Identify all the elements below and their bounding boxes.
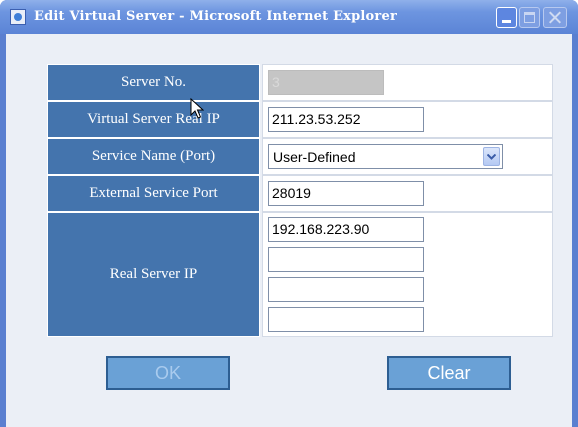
server-no-cell: 3 — [262, 64, 553, 101]
service-name-select[interactable]: User-Defined — [268, 144, 503, 169]
external-port-input[interactable]: 28019 — [268, 181, 424, 206]
real-ip-cell: 192.168.223.90 — [262, 212, 553, 337]
clear-button[interactable]: Clear — [387, 356, 511, 390]
dialog-window: Edit Virtual Server - Microsoft Internet… — [0, 0, 578, 427]
real-ip-input-3[interactable] — [268, 277, 424, 302]
dialog-client-area: Server No. 3 Virtual Server Real IP 211.… — [6, 34, 572, 427]
chevron-down-icon[interactable] — [483, 147, 500, 166]
real-ip-input-2[interactable] — [268, 247, 424, 272]
ok-button[interactable]: OK — [106, 356, 230, 390]
server-no-field: 3 — [268, 70, 384, 95]
real-ip-input-4[interactable] — [268, 307, 424, 332]
minimize-icon[interactable] — [496, 7, 517, 28]
virtual-server-form: Server No. 3 Virtual Server Real IP 211.… — [47, 64, 553, 374]
service-name-selected: User-Defined — [273, 149, 356, 165]
service-name-cell: User-Defined — [262, 138, 553, 175]
virtual-ip-label: Virtual Server Real IP — [47, 101, 260, 138]
mouse-pointer-icon — [190, 98, 204, 119]
title-bar[interactable]: Edit Virtual Server - Microsoft Internet… — [0, 0, 578, 34]
real-ip-input-1[interactable]: 192.168.223.90 — [268, 217, 424, 242]
external-port-cell: 28019 — [262, 175, 553, 212]
service-name-label: Service Name (Port) — [47, 138, 260, 175]
window-title: Edit Virtual Server - Microsoft Internet… — [34, 9, 398, 24]
real-ip-label: Real Server IP — [47, 212, 260, 337]
close-icon[interactable] — [543, 7, 567, 28]
server-no-label: Server No. — [47, 64, 260, 101]
ie-page-icon — [10, 9, 26, 25]
external-port-label: External Service Port — [47, 175, 260, 212]
virtual-ip-input[interactable]: 211.23.53.252 — [268, 107, 424, 132]
virtual-ip-cell: 211.23.53.252 — [262, 101, 553, 138]
maximize-icon[interactable] — [519, 7, 540, 28]
